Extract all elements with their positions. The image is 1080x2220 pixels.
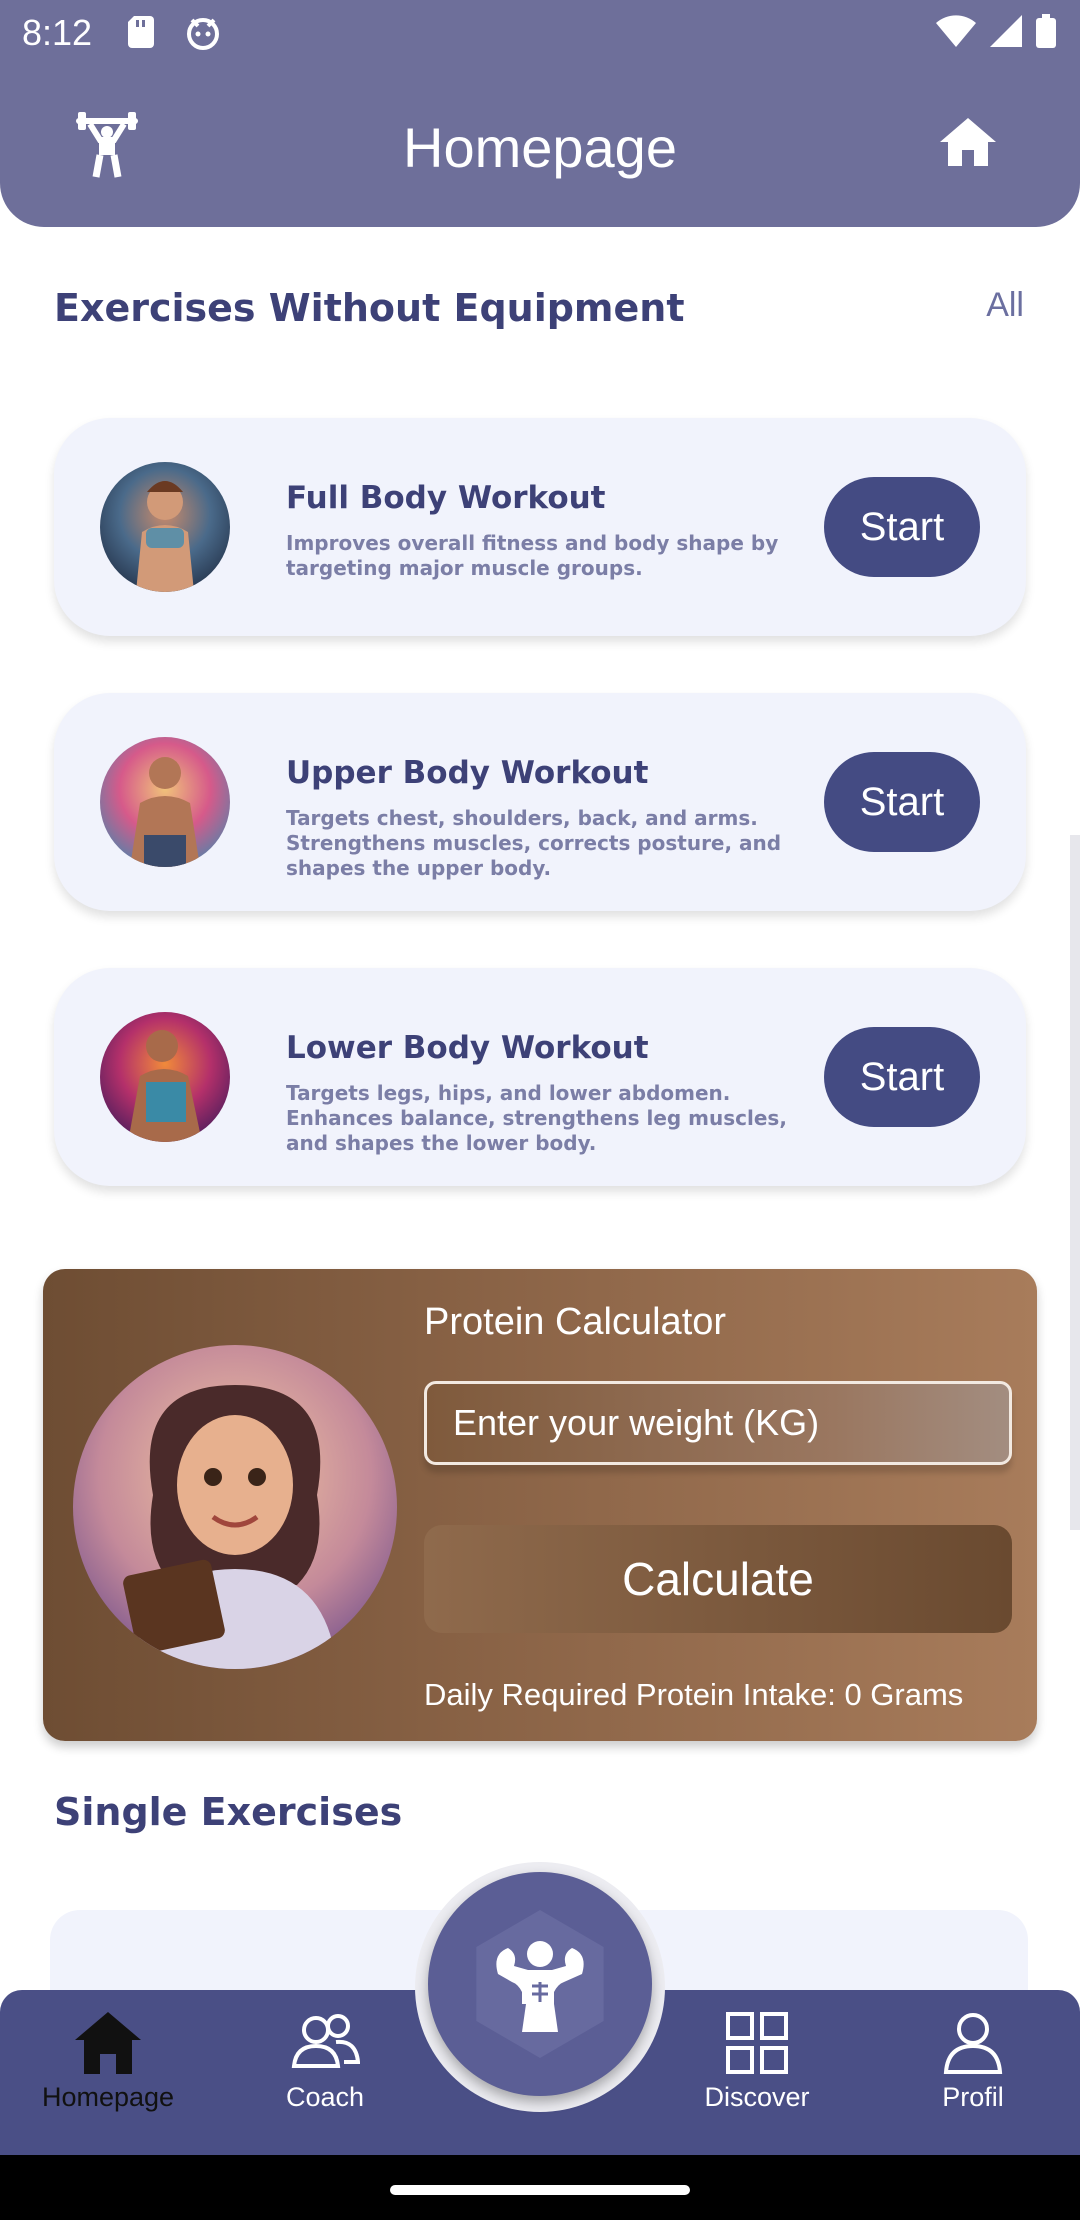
nav-label: Profil [942, 2082, 1004, 2112]
weight-input[interactable]: Enter your weight (KG) [424, 1381, 1012, 1465]
home-indicator[interactable] [390, 2185, 690, 2195]
workout-title: Full Body Workout [286, 480, 606, 516]
protein-result: Daily Required Protein Intake: 0 Grams [424, 1677, 964, 1712]
workout-card-full-body[interactable]: Full Body Workout Improves overall fitne… [54, 418, 1026, 636]
home-icon [75, 2012, 141, 2074]
all-link[interactable]: All [986, 286, 1024, 325]
wifi-icon [936, 15, 976, 47]
nav-label: Homepage [41, 2082, 175, 2112]
status-bar: 8:12 [0, 0, 1080, 64]
users-icon [291, 2014, 360, 2068]
bodybuilder-icon [496, 1941, 584, 2032]
grid-icon [726, 2012, 788, 2074]
sd-card-icon [128, 16, 154, 48]
start-button[interactable]: Start [824, 1027, 980, 1127]
workout-avatar [100, 1012, 230, 1142]
nav-item-homepage[interactable]: Homepage [33, 2012, 183, 2113]
section-title-single: Single Exercises [54, 1790, 403, 1834]
workout-avatar [100, 462, 230, 592]
workout-description: Improves overall fitness and body shape … [286, 531, 779, 580]
start-button[interactable]: Start [824, 477, 980, 577]
calculate-button[interactable]: Calculate [424, 1525, 1012, 1633]
workout-card-lower-body[interactable]: Lower Body Workout Targets legs, hips, a… [54, 968, 1026, 1186]
user-icon [943, 2013, 1003, 2074]
protein-calculator-card: Protein Calculator Enter your weight (KG… [43, 1269, 1037, 1741]
weightlifter-icon[interactable] [76, 112, 138, 178]
page-title: Homepage [403, 116, 677, 179]
workout-fab[interactable] [428, 1872, 652, 2096]
start-button[interactable]: Start [824, 752, 980, 852]
battery-icon [1036, 14, 1056, 48]
scrollbar[interactable] [1070, 835, 1080, 1530]
nav-label: Coach [285, 2082, 365, 2112]
workout-description: Targets chest, shoulders, back, and arms… [286, 806, 782, 880]
workout-description: Targets legs, hips, and lower abdomen. E… [286, 1081, 787, 1155]
workout-card-upper-body[interactable]: Upper Body Workout Targets chest, should… [54, 693, 1026, 911]
workout-title: Upper Body Workout [286, 755, 649, 791]
home-icon[interactable] [940, 118, 996, 166]
workout-avatar [100, 737, 230, 867]
section-title-exercises: Exercises Without Equipment [54, 286, 685, 330]
protein-calculator-title: Protein Calculator [424, 1301, 727, 1343]
nav-item-profil[interactable]: Profil [898, 2012, 1048, 2113]
nav-label: Discover [704, 2082, 810, 2112]
status-time: 8:12 [22, 12, 93, 53]
protein-illustration [73, 1345, 397, 1669]
nav-item-discover[interactable]: Discover [682, 2012, 832, 2113]
nav-item-coach[interactable]: Coach [250, 2012, 400, 2113]
signal-icon [990, 15, 1022, 47]
workout-title: Lower Body Workout [286, 1030, 649, 1066]
notification-app-icon [187, 18, 219, 50]
